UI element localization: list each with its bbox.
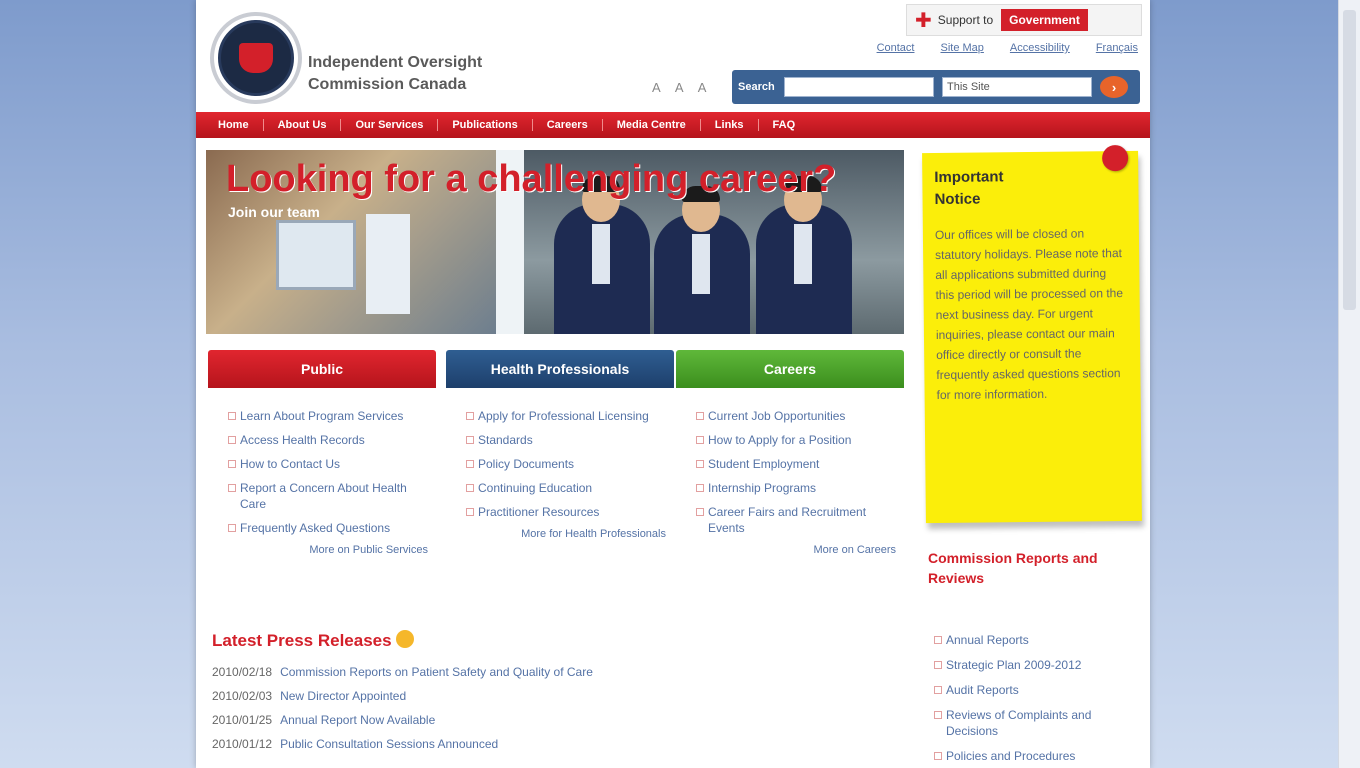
logo-seal	[218, 20, 294, 96]
list-item[interactable]: Frequently Asked Questions	[228, 520, 426, 536]
list-item[interactable]: Report a Concern About Health Care	[228, 480, 426, 512]
press-release-date: 2010/01/12	[212, 737, 273, 751]
vertical-scrollbar[interactable]	[1338, 0, 1360, 768]
list-item[interactable]: Policy Documents	[466, 456, 664, 472]
press-release-date: 2010/01/25	[212, 713, 273, 727]
column-public: Public Learn About Program Services Acce…	[208, 350, 436, 556]
notice-body: Our offices will be closed on statutory …	[934, 226, 1124, 403]
person-figure	[756, 176, 852, 334]
logo[interactable]	[210, 12, 302, 104]
press-release-row[interactable]: 2010/01/25 Annual Report Now Available	[212, 712, 892, 728]
top-banner-highlight: Government	[1001, 9, 1088, 31]
press-release-row[interactable]: 2010/02/03 New Director Appointed	[212, 688, 892, 704]
nav-item-faq[interactable]: FAQ	[759, 119, 810, 131]
crest-icon	[239, 43, 273, 73]
list-item[interactable]: Career Fairs and Recruitment Events	[696, 504, 894, 536]
column-professionals-header[interactable]: Health Professionals	[446, 350, 674, 388]
notice-title-line-1: Important	[934, 168, 1004, 187]
list-item[interactable]: Policies and Procedures	[934, 748, 1134, 764]
list-item[interactable]: How to Apply for a Position	[696, 432, 894, 448]
list-item[interactable]: Audit Reports	[934, 682, 1134, 698]
utility-link-accessibility[interactable]: Accessibility	[1010, 42, 1070, 54]
nav-item-home[interactable]: Home	[204, 119, 264, 131]
press-release-row[interactable]: 2010/02/18 Commission Reports on Patient …	[212, 664, 892, 680]
more-link[interactable]: More for Health Professionals	[446, 528, 674, 540]
press-releases-heading: Latest Press Releases	[212, 630, 414, 651]
pin-icon	[1101, 144, 1129, 172]
page-container: Independent Oversight Commission Canada …	[196, 0, 1150, 768]
nav-item-links[interactable]: Links	[701, 119, 759, 131]
utility-link-contact[interactable]: Contact	[877, 42, 915, 54]
nav-item-publications[interactable]: Publications	[438, 119, 533, 131]
hero-banner[interactable]: Looking for a challenging career? Join o…	[206, 150, 904, 334]
main-nav: Home About Us Our Services Publications …	[196, 112, 1150, 138]
scrollbar-thumb[interactable]	[1343, 10, 1356, 310]
utility-links: Contact Site Map Accessibility Français	[877, 42, 1138, 54]
notice-title-line-2: Notice	[934, 190, 981, 209]
list-item[interactable]: Apply for Professional Licensing	[466, 408, 664, 424]
press-release-link[interactable]: Commission Reports on Patient Safety and…	[280, 665, 593, 679]
press-releases-title: Latest Press Releases	[212, 631, 392, 650]
person-figure	[554, 176, 650, 334]
more-link[interactable]: More on Public Services	[208, 544, 436, 556]
list-item[interactable]: Reviews of Complaints and Decisions	[934, 707, 1134, 739]
list-item[interactable]: Annual Reports	[934, 632, 1134, 648]
press-release-row[interactable]: 2010/01/12 Public Consultation Sessions A…	[212, 736, 892, 752]
column-careers-header[interactable]: Careers	[676, 350, 904, 388]
press-release-link[interactable]: Public Consultation Sessions Announced	[280, 737, 498, 751]
hero-subtitle: Join our team	[228, 204, 320, 220]
org-name-line-2: Commission Canada	[308, 76, 467, 93]
header: Independent Oversight Commission Canada …	[196, 0, 1150, 110]
text-size-controls[interactable]: A A A	[652, 80, 712, 95]
search-label: Search	[738, 81, 775, 93]
list-item[interactable]: Practitioner Resources	[466, 504, 664, 520]
star-icon: ✚	[915, 9, 932, 32]
press-release-date: 2010/02/03	[212, 689, 273, 703]
list-item[interactable]: Student Employment	[696, 456, 894, 472]
nav-item-services[interactable]: Our Services	[341, 119, 439, 131]
list-item[interactable]: Standards	[466, 432, 664, 448]
list-item[interactable]: Internship Programs	[696, 480, 894, 496]
reports-box: Commission Reports and Reviews Annual Re…	[924, 548, 1134, 768]
utility-link-language[interactable]: Français	[1096, 42, 1138, 54]
list-item[interactable]: Access Health Records	[228, 432, 426, 448]
press-release-link[interactable]: New Director Appointed	[280, 689, 406, 703]
list-item[interactable]: How to Contact Us	[228, 456, 426, 472]
column-careers: Careers Current Job Opportunities How to…	[676, 350, 904, 556]
rss-icon[interactable]	[395, 630, 414, 648]
search-bar: Search This Site ›	[732, 70, 1140, 104]
notice-sticky-note: Important Notice Our offices will be clo…	[922, 144, 1142, 524]
press-release-link[interactable]: Annual Report Now Available	[280, 713, 435, 727]
nav-item-media[interactable]: Media Centre	[603, 119, 701, 131]
nav-item-careers[interactable]: Careers	[533, 119, 603, 131]
monitor-graphic	[276, 220, 356, 290]
list-item[interactable]: Current Job Opportunities	[696, 408, 894, 424]
press-release-date: 2010/02/18	[212, 665, 273, 679]
more-link[interactable]: More on Careers	[676, 544, 904, 556]
org-name-line-1: Independent Oversight	[308, 54, 483, 71]
panel-graphic	[366, 214, 410, 314]
top-banner-text: Support to	[937, 13, 994, 27]
top-banner[interactable]: ✚ Support to Government	[906, 4, 1142, 36]
notice-title: Important Notice	[934, 166, 1004, 211]
reports-box-title: Commission Reports and Reviews	[928, 550, 1098, 586]
nav-item-about[interactable]: About Us	[264, 119, 342, 131]
press-releases-list: 2010/02/18 Commission Reports on Patient …	[212, 664, 892, 760]
org-name: Independent Oversight Commission Canada	[308, 52, 482, 96]
list-item[interactable]: Continuing Education	[466, 480, 664, 496]
search-input[interactable]	[784, 77, 934, 97]
search-scope-select[interactable]: This Site	[942, 77, 1092, 97]
list-item[interactable]: Strategic Plan 2009-2012	[934, 657, 1134, 673]
column-professionals: Health Professionals Apply for Professio…	[446, 350, 674, 540]
utility-link-site-map[interactable]: Site Map	[940, 42, 983, 54]
hero-title: Looking for a challenging career?	[226, 158, 837, 200]
column-public-header[interactable]: Public	[208, 350, 436, 388]
person-figure	[654, 186, 750, 334]
list-item[interactable]: Learn About Program Services	[228, 408, 426, 424]
search-go-button[interactable]: ›	[1100, 76, 1128, 98]
